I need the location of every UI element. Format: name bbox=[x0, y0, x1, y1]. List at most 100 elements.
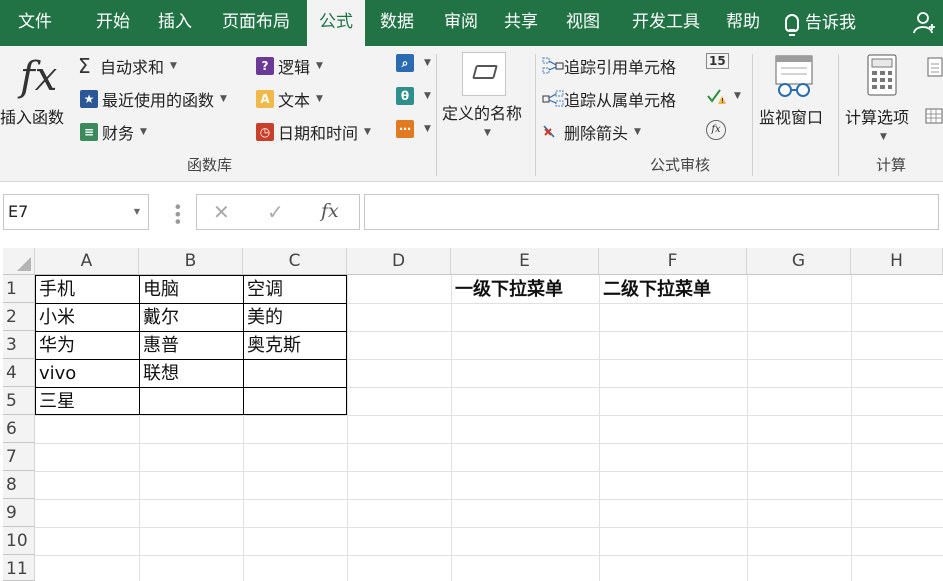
recent-functions-button[interactable]: ★ 最近使用的函数 ▼ bbox=[80, 87, 227, 111]
calculator-icon bbox=[867, 54, 897, 96]
tab-page-layout[interactable]: 页面布局 bbox=[210, 0, 302, 46]
row-header-4[interactable]: 4 bbox=[3, 359, 35, 387]
cell-a3[interactable]: 华为 bbox=[35, 332, 75, 360]
row-header-8[interactable]: 8 bbox=[3, 471, 35, 499]
worksheet-grid[interactable]: A B C D E F G H 1 2 3 4 5 6 7 8 9 10 11 … bbox=[0, 248, 943, 581]
chevron-down-icon: ▼ bbox=[220, 94, 227, 104]
tab-tell-me[interactable]: 告诉我 bbox=[785, 0, 885, 46]
tab-share[interactable]: 共享 bbox=[494, 0, 548, 46]
error-checking-button[interactable]: ! ▼ bbox=[706, 87, 741, 105]
remove-arrows-label: 删除箭头 bbox=[564, 124, 629, 143]
column-header-h[interactable]: H bbox=[851, 248, 943, 275]
watch-window-button[interactable]: 监视窗口 bbox=[756, 50, 836, 140]
tab-home[interactable]: 开始 bbox=[86, 0, 140, 46]
row-header-7[interactable]: 7 bbox=[3, 443, 35, 471]
datetime-button[interactable]: ◷ 日期和时间 ▼ bbox=[256, 120, 371, 144]
ribbon-separator bbox=[535, 54, 536, 176]
cell-a4[interactable]: vivo bbox=[35, 360, 76, 388]
cell-f1[interactable]: 二级下拉菜单 bbox=[599, 276, 711, 304]
row-header-10[interactable]: 10 bbox=[3, 527, 35, 555]
cell-border bbox=[35, 275, 347, 276]
tab-developer[interactable]: 开发工具 bbox=[620, 0, 712, 46]
column-header-e[interactable]: E bbox=[451, 248, 599, 275]
tab-data[interactable]: 数据 bbox=[370, 0, 424, 46]
autosum-button[interactable]: Σ 自动求和 ▼ bbox=[78, 54, 177, 78]
chevron-down-icon: ▼ bbox=[634, 127, 641, 137]
calculate-sheet-button[interactable] bbox=[924, 106, 943, 128]
row-header-3[interactable]: 3 bbox=[3, 331, 35, 359]
row-header-6[interactable]: 6 bbox=[3, 415, 35, 443]
show-formulas-icon: 15 bbox=[706, 53, 729, 69]
datetime-label: 日期和时间 bbox=[278, 124, 359, 143]
calculation-options-button[interactable]: 计算选项 ▼ bbox=[842, 50, 922, 146]
column-header-c[interactable]: C bbox=[243, 248, 347, 275]
cell-c2[interactable]: 美的 bbox=[243, 304, 283, 332]
lookup-reference-button[interactable]: ⌕ ▼ bbox=[396, 54, 431, 72]
cell-a5[interactable]: 三星 bbox=[35, 388, 75, 416]
share-person-icon[interactable] bbox=[913, 11, 935, 35]
cell-a1[interactable]: 手机 bbox=[35, 276, 75, 304]
enter-check-icon[interactable]: ✓ bbox=[267, 200, 284, 224]
chevron-down-icon: ▼ bbox=[484, 128, 491, 138]
tab-review[interactable]: 审阅 bbox=[434, 0, 488, 46]
formula-buttons: ✕ ✓ fx bbox=[196, 194, 360, 230]
defined-names-button[interactable]: 定义的名称 ▼ bbox=[440, 50, 532, 146]
formula-input[interactable] bbox=[364, 194, 939, 230]
cell-border bbox=[35, 303, 347, 304]
column-header-d[interactable]: D bbox=[347, 248, 451, 275]
chevron-down-icon: ▼ bbox=[424, 124, 431, 134]
insert-function-fx-icon[interactable]: fx bbox=[321, 200, 339, 222]
select-all-triangle-icon bbox=[17, 257, 31, 271]
cell-b4[interactable]: 联想 bbox=[139, 360, 179, 388]
evaluate-formula-icon: fx bbox=[706, 120, 726, 140]
chevron-down-icon: ▼ bbox=[170, 61, 177, 71]
row-header-9[interactable]: 9 bbox=[3, 499, 35, 527]
column-header-b[interactable]: B bbox=[139, 248, 243, 275]
tab-insert[interactable]: 插入 bbox=[148, 0, 202, 46]
cancel-icon[interactable]: ✕ bbox=[213, 200, 230, 224]
resize-handle-icon[interactable]: ••• bbox=[168, 202, 187, 224]
financial-button[interactable]: ≡ 财务 ▼ bbox=[80, 120, 147, 144]
cell-b1[interactable]: 电脑 bbox=[139, 276, 179, 304]
column-header-a[interactable]: A bbox=[35, 248, 139, 275]
formula-auditing-group-label: 公式审核 bbox=[650, 156, 711, 174]
select-all-corner[interactable] bbox=[3, 248, 35, 275]
logical-button[interactable]: ? 逻辑 ▼ bbox=[256, 54, 323, 78]
trace-dependents-button[interactable]: 追踪从属单元格 bbox=[542, 87, 676, 111]
column-header-g[interactable]: G bbox=[747, 248, 851, 275]
remove-arrows-button[interactable]: 删除箭头 ▼ bbox=[542, 120, 641, 144]
name-box[interactable]: E7 ▼ bbox=[3, 194, 149, 230]
calculation-group-label: 计算 bbox=[876, 156, 907, 174]
tab-formulas[interactable]: 公式 bbox=[307, 0, 365, 46]
column-header-f[interactable]: F bbox=[599, 248, 747, 275]
defined-names-label: 定义的名称 bbox=[442, 104, 523, 123]
cell-c1[interactable]: 空调 bbox=[243, 276, 283, 304]
show-formulas-button[interactable]: 15 bbox=[706, 53, 732, 76]
math-trig-button[interactable]: θ ▼ bbox=[396, 87, 431, 105]
row-header-11[interactable]: 11 bbox=[3, 555, 35, 581]
trace-dependents-icon bbox=[542, 90, 564, 108]
trace-precedents-button[interactable]: 追踪引用单元格 bbox=[542, 54, 676, 78]
ribbon-separator bbox=[436, 54, 437, 176]
tab-help[interactable]: 帮助 bbox=[716, 0, 770, 46]
cell-a2[interactable]: 小米 bbox=[35, 304, 75, 332]
cell-e1[interactable]: 一级下拉菜单 bbox=[451, 276, 563, 304]
evaluate-formula-button[interactable]: fx bbox=[706, 120, 728, 142]
tab-file[interactable]: 文件 bbox=[4, 0, 66, 46]
cell-b2[interactable]: 戴尔 bbox=[139, 304, 179, 332]
cell-c3[interactable]: 奥克斯 bbox=[243, 332, 301, 360]
row-header-1[interactable]: 1 bbox=[3, 275, 35, 303]
row-header-5[interactable]: 5 bbox=[3, 387, 35, 415]
gridline bbox=[35, 499, 943, 500]
tab-view[interactable]: 视图 bbox=[556, 0, 610, 46]
insert-function-button[interactable]: fx 插入函数 bbox=[0, 52, 72, 136]
cell-b3[interactable]: 惠普 bbox=[139, 332, 179, 360]
svg-text:!: ! bbox=[721, 97, 724, 105]
more-functions-button[interactable]: ⋯ ▼ bbox=[396, 120, 431, 138]
calculate-now-button[interactable] bbox=[924, 56, 943, 80]
row-header-2[interactable]: 2 bbox=[3, 303, 35, 331]
chevron-down-icon: ▼ bbox=[880, 132, 887, 142]
star-icon: ★ bbox=[80, 90, 98, 108]
text-button[interactable]: A 文本 ▼ bbox=[256, 87, 323, 111]
remove-arrows-icon bbox=[542, 123, 560, 141]
